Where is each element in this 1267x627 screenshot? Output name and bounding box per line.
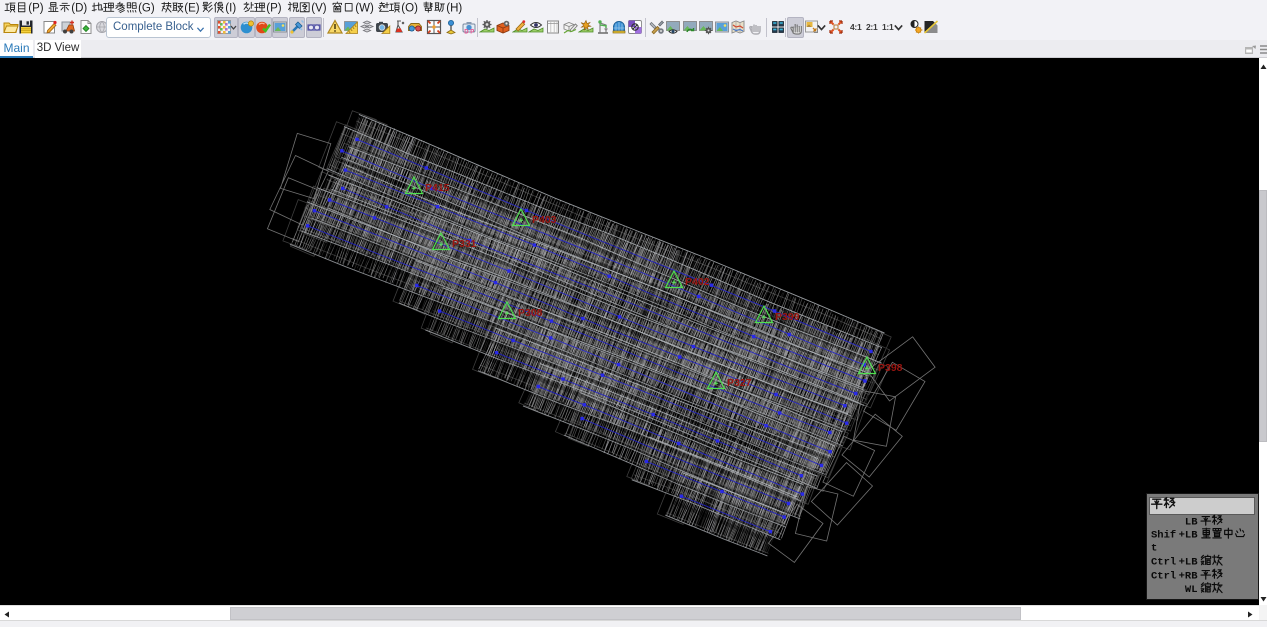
svg-text:P331: P331 xyxy=(452,238,477,250)
svg-text:(O): (O) xyxy=(401,3,418,15)
svg-text:P402: P402 xyxy=(685,276,710,288)
svg-text:(I): (I) xyxy=(225,3,236,15)
svg-text:(V): (V) xyxy=(311,3,327,15)
svg-text:(E): (E) xyxy=(184,3,200,15)
svg-text:P398: P398 xyxy=(878,362,903,374)
svg-text:Ctrl: Ctrl xyxy=(1151,557,1176,569)
svg-text:t: t xyxy=(1151,543,1157,555)
svg-text:LB: LB xyxy=(1185,517,1198,529)
svg-text:WL: WL xyxy=(1185,584,1198,596)
svg-text:+LB: +LB xyxy=(1179,557,1199,569)
svg-text:Shif: Shif xyxy=(1151,530,1176,542)
svg-text:P399: P399 xyxy=(775,311,800,323)
svg-text:(D): (D) xyxy=(71,3,87,15)
svg-text:P308: P308 xyxy=(518,307,543,319)
svg-text:(W): (W) xyxy=(355,3,374,15)
svg-text:(P): (P) xyxy=(266,3,282,15)
svg-text:P403: P403 xyxy=(532,214,557,226)
svg-text:(P): (P) xyxy=(28,3,44,15)
svg-text:D P: D P xyxy=(464,29,474,35)
svg-text:(H): (H) xyxy=(446,3,462,15)
svg-text:Ctrl: Ctrl xyxy=(1151,571,1176,583)
svg-text:(G): (G) xyxy=(138,3,155,15)
svg-text:+LB: +LB xyxy=(1179,530,1199,542)
svg-text:P327: P327 xyxy=(727,377,752,389)
svg-text:+RB: +RB xyxy=(1179,571,1199,583)
svg-text:P415: P415 xyxy=(425,182,450,194)
